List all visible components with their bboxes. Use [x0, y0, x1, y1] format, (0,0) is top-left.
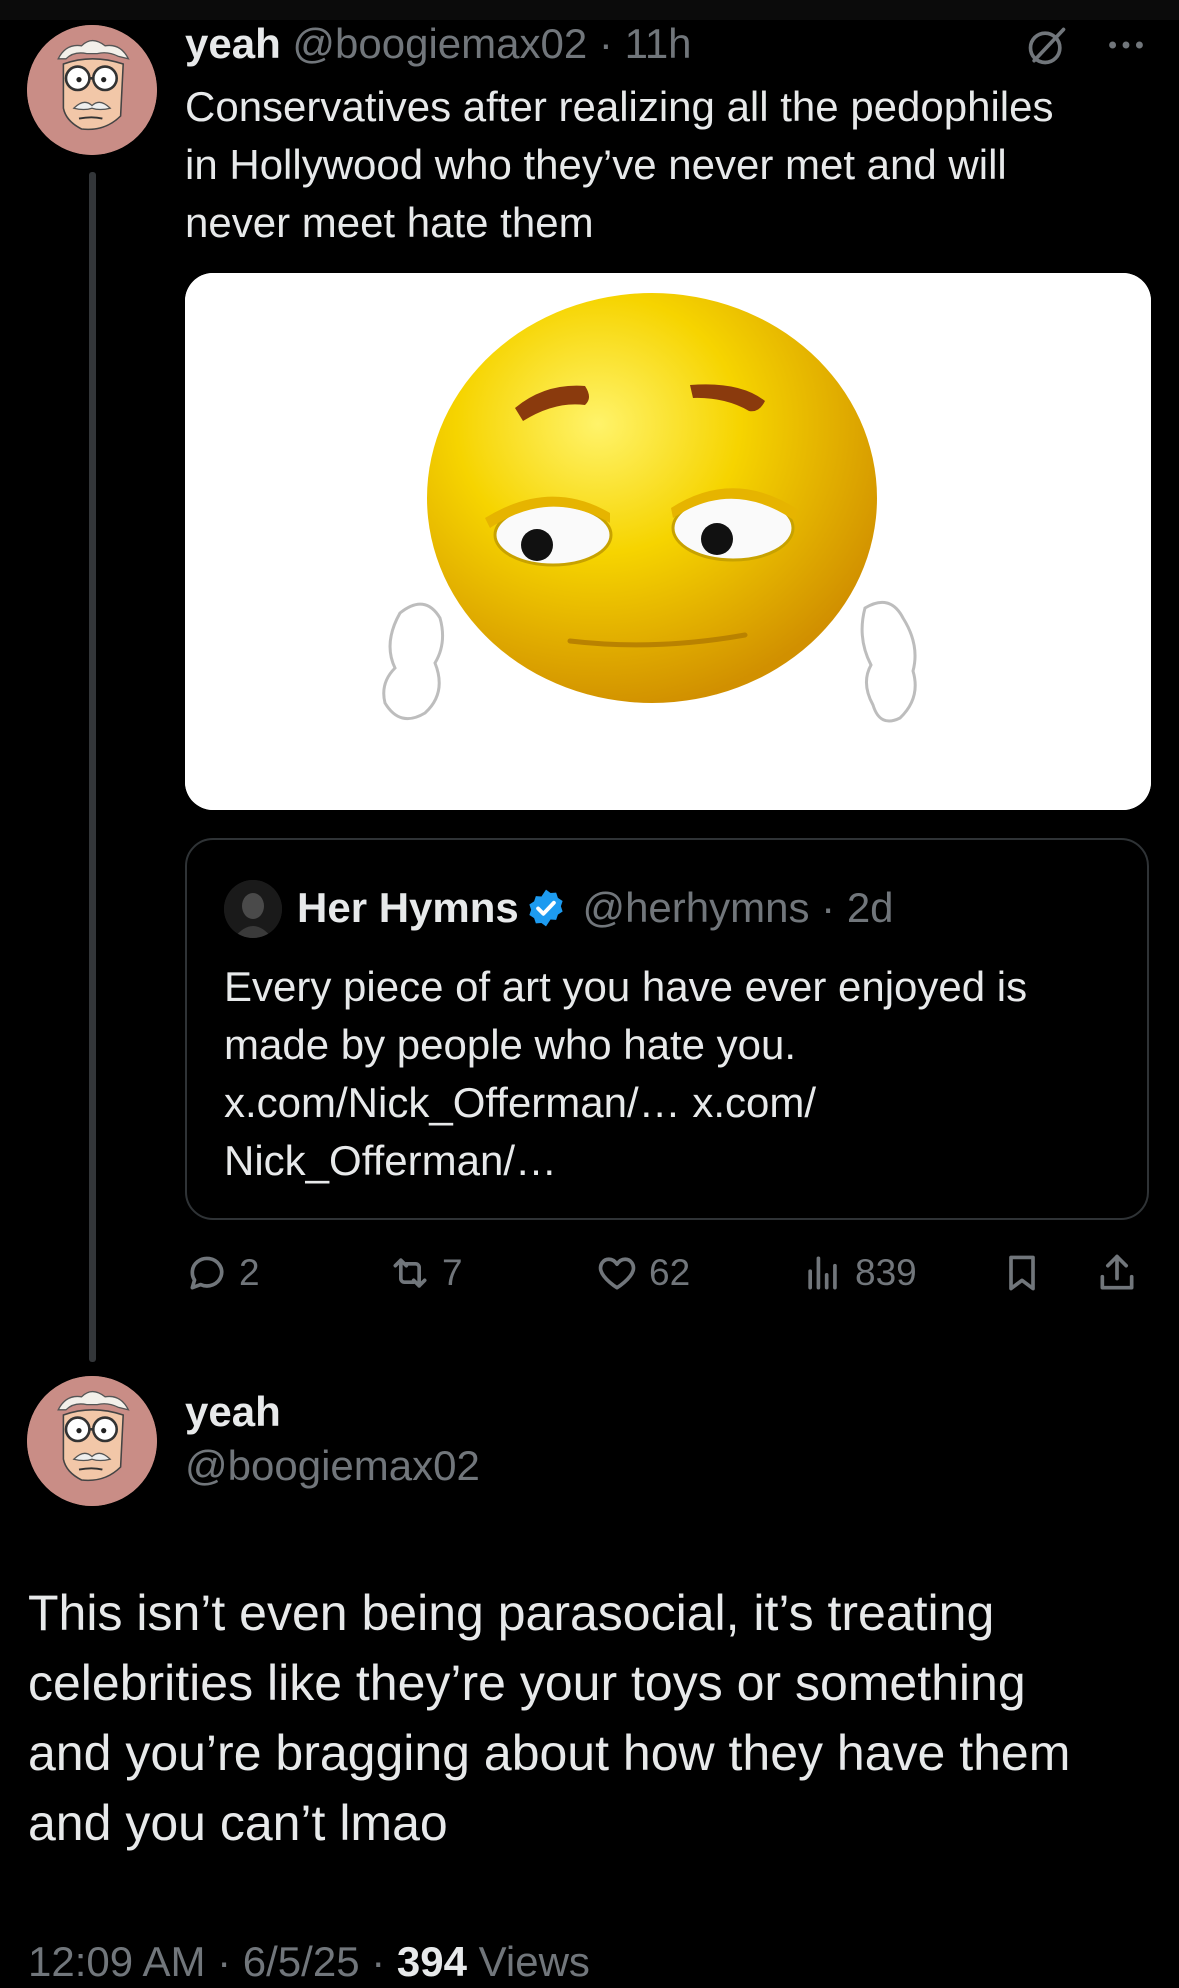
tweet-action-bar: 2 7 62 839 [185, 1245, 1151, 1301]
main-tweet-text: This isn’t even being parasocial, it’s t… [28, 1585, 1071, 1851]
grok-icon[interactable] [1025, 24, 1069, 68]
display-name[interactable]: yeah [185, 20, 281, 67]
thread-connector-line [89, 172, 96, 1362]
repost-icon [393, 1258, 427, 1288]
quoted-tweet-text: Every piece of art you have ever enjoyed… [224, 963, 1028, 1184]
reply-button[interactable]: 2 [185, 1245, 260, 1301]
separator-dot: · [821, 884, 836, 931]
views-total: 394 [396, 1938, 467, 1985]
quoted-handle[interactable]: @herhymns [582, 884, 809, 931]
reply-count: 2 [239, 1252, 260, 1293]
verified-badge-icon [529, 889, 563, 927]
repost-button[interactable]: 7 [388, 1245, 463, 1301]
quoted-display-name[interactable]: Her Hymns [297, 884, 519, 931]
quoted-time[interactable]: 2d [847, 884, 894, 931]
quoted-tweet-header: Her Hymns @herhymns · 2d [297, 884, 894, 932]
views-icon [808, 1256, 837, 1290]
parent-tweet-text: Conservatives after realizing all the pe… [185, 83, 1054, 246]
quoted-avatar[interactable] [224, 880, 282, 938]
tweet-media-image[interactable] [185, 273, 1151, 810]
handle[interactable]: @boogiemax02 [292, 20, 587, 67]
reply-icon [190, 1256, 224, 1290]
views-button[interactable]: 839 [801, 1245, 917, 1301]
more-icon[interactable] [1103, 22, 1149, 68]
quoted-tweet-card[interactable]: Her Hymns @herhymns · 2d Every piece of … [185, 838, 1149, 1220]
like-icon [598, 1257, 636, 1290]
tweet-time[interactable]: 11h [625, 20, 692, 67]
repost-count: 7 [442, 1252, 463, 1293]
like-button[interactable]: 62 [595, 1245, 690, 1301]
tweet-timestamp[interactable]: 12:09 AM · 6/5/25 · [28, 1938, 397, 1985]
views-count: 839 [855, 1252, 917, 1293]
like-count: 62 [649, 1252, 691, 1293]
main-handle[interactable]: @boogiemax02 [185, 1442, 480, 1490]
avatar[interactable] [27, 25, 157, 155]
bookmark-icon [1009, 1255, 1035, 1291]
share-button[interactable] [1095, 1245, 1149, 1301]
tweet-meta: 12:09 AM · 6/5/25 · 394 Views [28, 1938, 590, 1986]
separator-dot: · [598, 20, 613, 67]
views-label: Views [466, 1938, 590, 1985]
avatar[interactable] [27, 1376, 157, 1506]
share-icon [1100, 1254, 1134, 1290]
main-display-name[interactable]: yeah [185, 1388, 281, 1436]
status-bar-strip [0, 0, 1179, 20]
parent-tweet-header: yeah @boogiemax02 · 11h [185, 20, 692, 68]
bookmark-button[interactable] [1000, 1245, 1054, 1301]
